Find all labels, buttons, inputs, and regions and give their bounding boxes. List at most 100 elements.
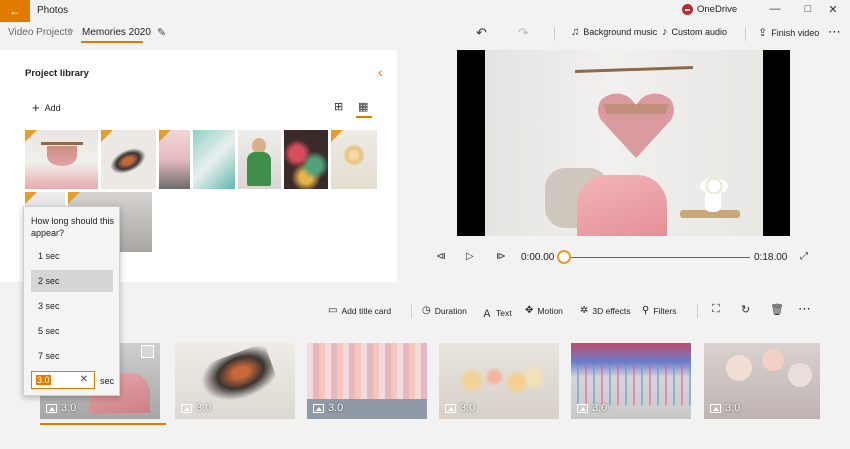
finish-video-button[interactable]: ⇪ Finish video	[758, 26, 819, 39]
delete-icon[interactable]: 🗑	[770, 303, 784, 316]
close-button[interactable]: ✕	[826, 3, 840, 16]
add-title-card-button[interactable]: ▭ Add title card	[328, 305, 391, 316]
rename-pencil-icon[interactable]: ✎	[157, 26, 166, 39]
view-active-indicator	[356, 116, 372, 118]
3d-effects-button[interactable]: ✲ 3D effects	[580, 305, 631, 316]
storyboard-card[interactable]: 3.0	[704, 343, 820, 419]
custom-audio-icon: ♪	[662, 26, 668, 38]
library-thumbnail[interactable]	[101, 130, 156, 189]
motion-button[interactable]: ✥ Motion	[525, 305, 563, 316]
used-indicator	[68, 192, 80, 204]
image-icon	[181, 403, 192, 413]
collapse-chevron-icon[interactable]: ‹	[378, 64, 383, 80]
custom-audio-button[interactable]: ♪ Custom audio	[662, 26, 727, 38]
custom-duration-value: 3.0	[36, 375, 51, 385]
app-title: Photos	[37, 5, 69, 16]
onedrive-icon	[682, 4, 693, 15]
play-icon[interactable]: ▷	[466, 251, 474, 262]
card-duration: 3.0	[710, 402, 740, 414]
breadcrumb-underline	[81, 41, 143, 43]
3d-effects-icon: ✲	[580, 305, 589, 316]
minimize-button[interactable]: —	[768, 3, 782, 15]
playback-controls: ⧏ ▷ ⧐ 0:00.00 0:18.00 ⤢	[430, 246, 830, 270]
duration-option-2[interactable]: 2 sec	[31, 270, 113, 292]
storyboard-card[interactable]: 3.0	[307, 343, 427, 419]
image-icon	[710, 403, 721, 413]
divider	[554, 27, 555, 41]
used-indicator	[331, 130, 343, 142]
library-thumbnail[interactable]	[159, 130, 190, 189]
plus-icon: +	[32, 100, 40, 115]
divider	[697, 304, 698, 318]
duration-option-3[interactable]: 3 sec	[31, 295, 113, 317]
onedrive-label: OneDrive	[697, 4, 738, 15]
text-button[interactable]: Ａ Text	[482, 305, 512, 321]
undo-icon[interactable]: ↶	[476, 25, 487, 41]
seek-track[interactable]	[565, 257, 750, 258]
current-time: 0:00.00	[521, 252, 555, 263]
breadcrumb-current[interactable]: Memories 2020	[82, 27, 151, 38]
library-thumbnail[interactable]	[193, 130, 235, 189]
more-options-icon[interactable]: ⋯	[828, 24, 842, 40]
custom-duration-input[interactable]: 3.0 ✕	[31, 371, 95, 389]
onedrive-status[interactable]: OneDrive	[682, 4, 737, 15]
duration-flyout: How long should this appear? 1 sec 2 sec…	[23, 206, 120, 396]
duration-button[interactable]: ◷ Duration	[422, 305, 467, 316]
used-indicator	[101, 130, 113, 142]
background-music-button[interactable]: ♫ Background music	[571, 26, 657, 38]
preview-frame	[485, 50, 763, 236]
divider	[745, 27, 746, 41]
library-thumbnail[interactable]	[284, 130, 328, 189]
previous-frame-icon[interactable]: ⧏	[436, 251, 446, 262]
storyboard-more-icon[interactable]: ⋯	[798, 301, 812, 317]
motion-icon: ✥	[525, 305, 534, 316]
storyboard-card[interactable]: 3.0	[439, 343, 559, 419]
back-button[interactable]: ←	[0, 0, 30, 22]
card-duration: 3.0	[313, 402, 343, 414]
video-preview[interactable]	[457, 50, 790, 236]
back-arrow-icon: ←	[9, 4, 21, 18]
next-frame-icon[interactable]: ⧐	[496, 251, 506, 262]
fullscreen-icon[interactable]: ⤢	[800, 251, 808, 262]
add-media-button[interactable]: + Add	[32, 100, 61, 115]
storyboard-card[interactable]: 3.0	[175, 343, 295, 419]
project-library-title: Project library	[25, 68, 89, 79]
text-icon: Ａ	[482, 309, 492, 320]
clear-icon[interactable]: ✕	[80, 374, 88, 385]
used-indicator	[159, 130, 171, 142]
image-icon	[46, 403, 57, 413]
crop-resize-icon[interactable]: ⛶	[712, 303, 720, 316]
breadcrumb-separator: >	[68, 26, 74, 37]
rotate-icon[interactable]: ↻	[741, 303, 750, 316]
small-grid-view-icon[interactable]: ▦	[358, 100, 368, 113]
duration-option-5[interactable]: 5 sec	[31, 320, 113, 342]
selected-card-indicator	[40, 423, 166, 425]
total-time: 0:18.00	[754, 252, 788, 263]
library-thumbnail[interactable]	[331, 130, 377, 189]
maximize-button[interactable]: □	[801, 3, 815, 15]
storyboard-card[interactable]: 3.0	[571, 343, 691, 419]
image-icon	[313, 403, 324, 413]
duration-unit: sec	[100, 376, 115, 386]
filters-button[interactable]: ⚲ Filters	[642, 305, 676, 316]
command-bar: Video Projects > Memories 2020 ✎ ↶ ↷ ♫ B…	[0, 22, 850, 46]
duration-option-7[interactable]: 7 sec	[31, 345, 113, 367]
used-indicator	[25, 192, 37, 204]
breadcrumb-video-projects[interactable]: Video Projects	[8, 27, 72, 38]
music-note-icon: ♫	[571, 26, 580, 38]
card-duration: 3.0	[46, 402, 76, 414]
card-duration: 3.0	[577, 402, 607, 414]
clock-icon: ◷	[422, 305, 431, 316]
used-indicator	[25, 130, 37, 142]
library-thumbnail[interactable]	[25, 130, 98, 189]
image-icon	[577, 403, 588, 413]
duration-option-1[interactable]: 1 sec	[31, 245, 113, 267]
divider	[411, 304, 412, 318]
select-checkbox[interactable]	[141, 345, 154, 358]
title-card-icon: ▭	[328, 305, 338, 316]
library-thumbnail[interactable]	[238, 130, 281, 189]
large-grid-view-icon[interactable]: ⊞	[334, 100, 343, 113]
duration-question: How long should this appear?	[31, 216, 115, 238]
seek-knob[interactable]	[557, 250, 571, 264]
redo-icon[interactable]: ↷	[518, 25, 529, 41]
